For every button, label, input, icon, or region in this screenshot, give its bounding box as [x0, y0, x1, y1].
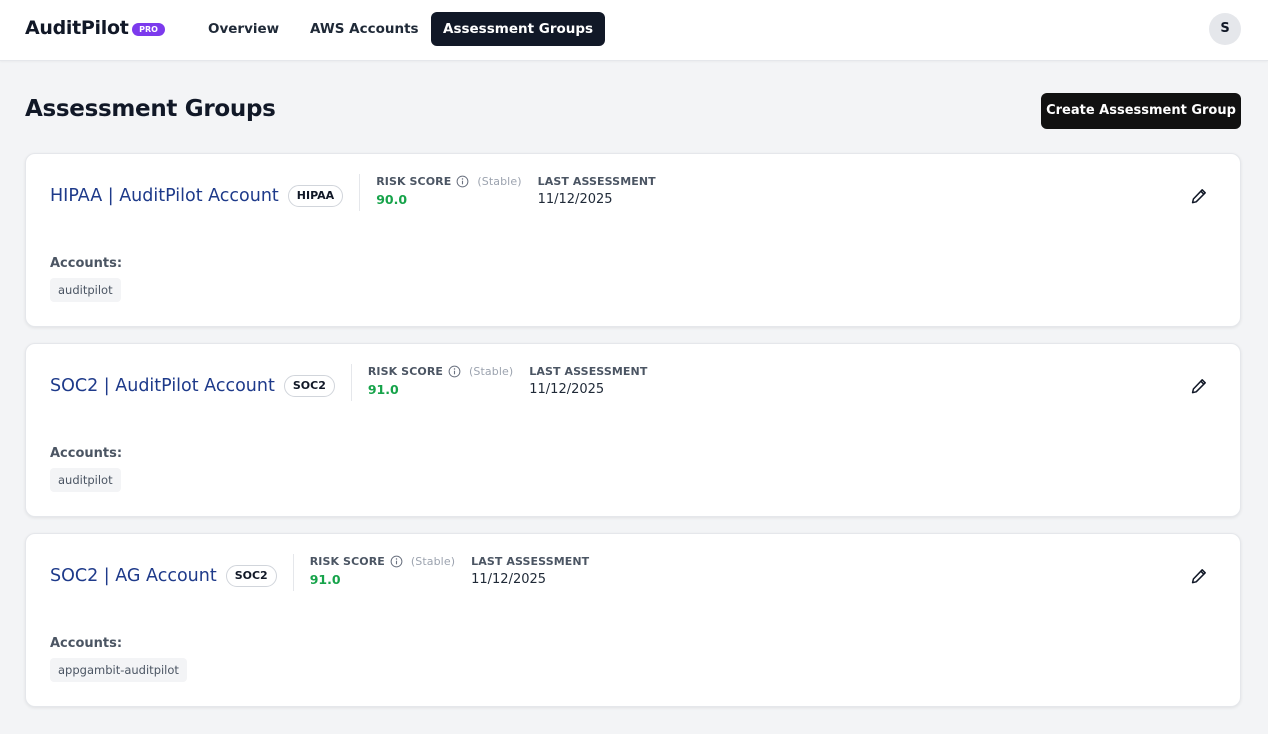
- card-header: SOC2 | AuditPilot Account SOC2 RISK SCOR…: [50, 364, 663, 401]
- group-name-link[interactable]: SOC2 | AG Account: [50, 564, 217, 588]
- risk-score-value: 90.0: [376, 192, 408, 207]
- divider: [359, 174, 361, 211]
- card-header: HIPAA | AuditPilot Account HIPAA RISK SC…: [50, 174, 672, 211]
- last-assessment-date: 11/12/2025: [471, 572, 547, 587]
- assessment-group-card: HIPAA | AuditPilot Account HIPAA RISK SC…: [25, 153, 1241, 327]
- framework-badge: HIPAA: [287, 185, 344, 207]
- card-header: SOC2 | AG Account SOC2 RISK SCORE (Stabl…: [50, 554, 605, 591]
- last-assessment-metric: LAST ASSESSMENT 11/12/2025: [471, 554, 589, 588]
- info-icon[interactable]: [390, 555, 403, 568]
- risk-score-metric: RISK SCORE (Stable) 91.0: [310, 554, 455, 588]
- accounts-label: Accounts:: [50, 256, 123, 271]
- last-assessment-date: 11/12/2025: [529, 382, 605, 397]
- edit-icon[interactable]: [1190, 567, 1208, 585]
- last-assessment-label: LAST ASSESSMENT: [471, 555, 590, 568]
- trend-status: (Stable): [469, 365, 514, 378]
- nav-assessment-groups[interactable]: Assessment Groups: [431, 12, 606, 46]
- risk-score-label: RISK SCORE (Stable): [368, 364, 513, 379]
- accounts-label: Accounts:: [50, 446, 123, 461]
- risk-score-value: 91.0: [367, 382, 399, 397]
- last-assessment-metric: LAST ASSESSMENT 11/12/2025: [529, 364, 647, 398]
- group-name-link[interactable]: HIPAA | AuditPilot Account: [50, 184, 279, 208]
- risk-score-metric: RISK SCORE (Stable) 90.0: [376, 174, 521, 208]
- nav-overview[interactable]: Overview: [196, 12, 291, 46]
- divider: [292, 554, 294, 591]
- last-assessment-label: LAST ASSESSMENT: [529, 365, 648, 378]
- page-title: Assessment Groups: [25, 96, 276, 122]
- pro-badge: PRO: [132, 23, 165, 36]
- risk-score-label-text: RISK SCORE: [367, 365, 444, 378]
- app-logo[interactable]: AuditPilot: [25, 17, 129, 39]
- edit-icon[interactable]: [1190, 377, 1208, 395]
- account-chip: auditpilot: [50, 468, 121, 492]
- info-icon[interactable]: [448, 365, 461, 378]
- risk-score-label-text: RISK SCORE: [309, 555, 385, 568]
- group-name-link[interactable]: SOC2 | AuditPilot Account: [50, 374, 275, 398]
- accounts-label: Accounts:: [50, 636, 123, 651]
- account-chip: auditpilot: [50, 278, 121, 302]
- nav-aws-accounts[interactable]: AWS Accounts: [298, 12, 431, 46]
- trend-status: (Stable): [410, 555, 456, 568]
- last-assessment-label: LAST ASSESSMENT: [537, 175, 656, 188]
- create-assessment-group-button[interactable]: Create Assessment Group: [1041, 93, 1241, 129]
- last-assessment-metric: LAST ASSESSMENT 11/12/2025: [538, 174, 656, 208]
- trend-status: (Stable): [477, 175, 522, 188]
- framework-badge: SOC2: [283, 375, 335, 397]
- info-icon[interactable]: [456, 175, 469, 188]
- top-navigation-bar: AuditPilot PRO Overview AWS Accounts Ass…: [0, 0, 1268, 61]
- risk-score-metric: RISK SCORE (Stable) 91.0: [368, 364, 513, 398]
- account-chip: appgambit-auditpilot: [50, 658, 187, 682]
- last-assessment-date: 11/12/2025: [537, 192, 613, 207]
- risk-score-label: RISK SCORE (Stable): [376, 174, 521, 189]
- risk-score-label: RISK SCORE (Stable): [310, 554, 455, 569]
- framework-badge: SOC2: [225, 565, 277, 587]
- assessment-group-card: SOC2 | AuditPilot Account SOC2 RISK SCOR…: [25, 343, 1241, 517]
- assessment-group-card: SOC2 | AG Account SOC2 RISK SCORE (Stabl…: [25, 533, 1241, 707]
- edit-icon[interactable]: [1190, 187, 1208, 205]
- risk-score-label-text: RISK SCORE: [376, 175, 452, 188]
- risk-score-value: 91.0: [309, 572, 341, 587]
- divider: [350, 364, 352, 401]
- user-avatar[interactable]: S: [1209, 13, 1241, 45]
